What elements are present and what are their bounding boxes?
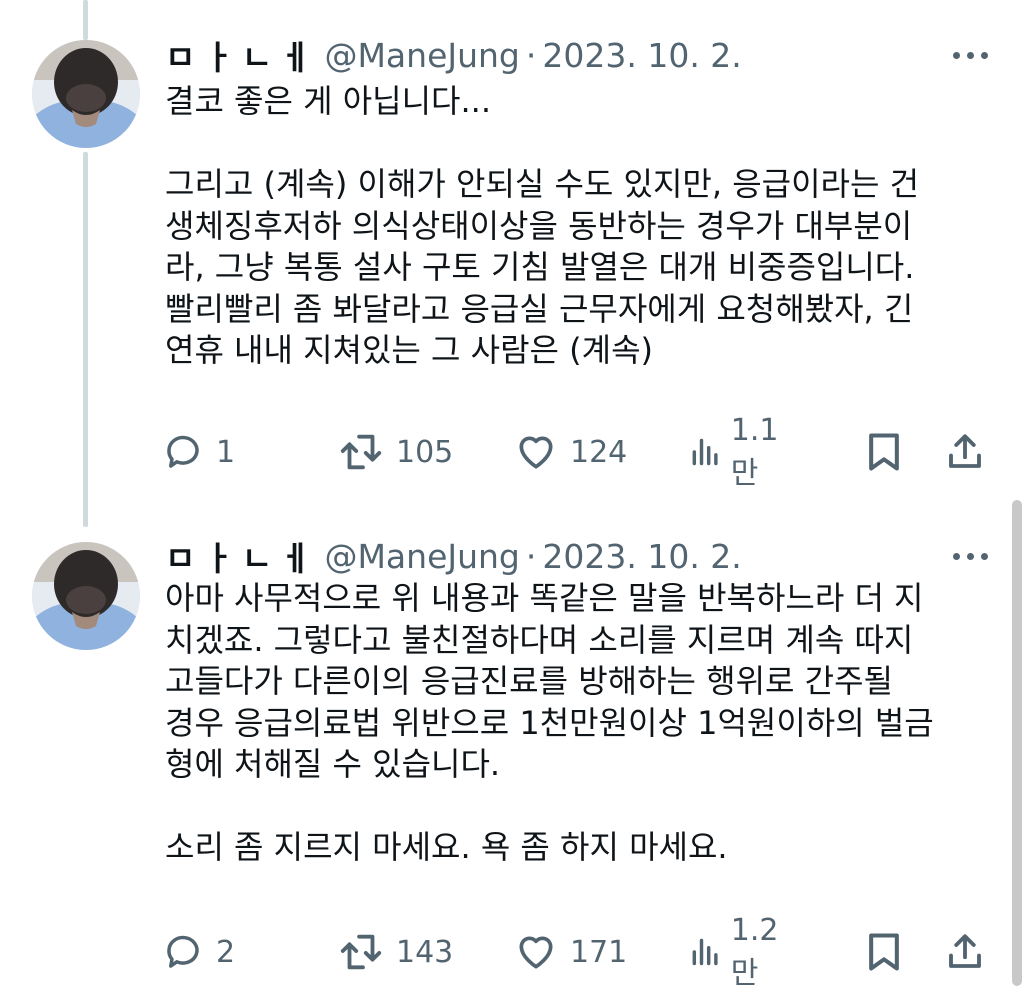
tweet-header: ㅁㅏㄴㅔ @ManeJung · 2023. 10. 2.: [165, 30, 742, 80]
more-dot-icon: [981, 51, 988, 59]
tweet-text-line: 소리 좀 지르지 마세요. 욕 좀 하지 마세요.: [165, 828, 728, 866]
like-count: 171: [570, 934, 628, 970]
retweet-count: 143: [396, 934, 454, 970]
tweet-text: 결코 좋은 게 아닙니다... 그리고 (계속) 이해가 안되실 수도 있지만,…: [165, 81, 919, 372]
tweet-text-line: 그리고 (계속) 이해가 안되실 수도 있지만, 응급이라는 건: [165, 165, 920, 203]
like-button[interactable]: 171: [514, 927, 627, 977]
tweet-text-line: 연휴 내내 지쳐있는 그 사람은 (계속): [165, 331, 653, 369]
more-dot-icon: [953, 552, 960, 560]
heart-icon: [519, 936, 553, 969]
tweet-text-line: 고들다가 다른이의 응급진료를 방해하는 행위로 간주될: [165, 662, 893, 700]
speech-bubble-icon: [167, 435, 199, 468]
more-options-button[interactable]: [953, 30, 988, 80]
avatar[interactable]: [32, 40, 140, 148]
reply-count: 1: [216, 434, 236, 470]
tweet-date[interactable]: 2023. 10. 2.: [542, 36, 741, 75]
avatar[interactable]: [32, 542, 140, 650]
retweet-arrows-icon: [340, 434, 382, 470]
bar-chart-icon: [692, 938, 718, 966]
tweet-date[interactable]: 2023. 10. 2.: [542, 537, 741, 576]
bar-chart-icon: [692, 438, 718, 466]
like-count: 124: [570, 434, 628, 470]
views-count: 1.2만: [730, 912, 779, 991]
views-count: 1.1만: [730, 412, 779, 491]
more-dot-icon: [981, 552, 988, 560]
tweet-blank-line: [165, 123, 919, 165]
author-handle[interactable]: @ManeJung: [324, 537, 519, 576]
more-dot-icon: [967, 552, 974, 560]
tweet[interactable]: ㅁㅏㄴㅔ @ManeJung · 2023. 10. 2. 결코 좋은 게 아닙…: [0, 0, 1024, 500]
more-options-button[interactable]: [953, 531, 988, 581]
reply-button[interactable]: 1: [162, 427, 235, 477]
share-upload-icon: [949, 434, 981, 468]
author-name[interactable]: ㅁㅏㄴㅔ: [165, 532, 318, 580]
tweet-text-line: 치겠죠. 그렇다고 불친절하다며 소리를 지르며 계속 따지: [165, 620, 914, 659]
retweet-count: 105: [396, 434, 454, 470]
tweet-text-line: 형에 처해질 수 있습니다.: [165, 745, 501, 783]
reply-count: 2: [216, 934, 236, 970]
tweet-text-line: 라, 그냥 복통 설사 구토 기침 발열은 대개 비중증입니다.: [165, 248, 915, 286]
heart-icon: [519, 436, 553, 469]
bookmark-icon: [869, 933, 899, 971]
tweet-text-line: 빨리빨리 좀 봐달라고 응급실 근무자에게 요청해봤자, 긴: [165, 289, 914, 328]
tweet-text-line: 경우 응급의료법 위반으로 1천만원이상 1억원이하의 벌금: [165, 703, 934, 742]
speech-bubble-icon: [167, 935, 199, 968]
author-name[interactable]: ㅁㅏㄴㅔ: [165, 31, 318, 79]
author-handle[interactable]: @ManeJung: [324, 36, 519, 75]
tweet-text-line: 아마 사무적으로 위 내용과 똑같은 말을 반복하느라 더 지: [165, 579, 924, 617]
separator-dot: ·: [525, 536, 537, 576]
share-upload-icon: [949, 934, 981, 968]
bookmark-icon: [869, 433, 899, 471]
separator-dot: ·: [525, 35, 537, 75]
share-button[interactable]: [944, 927, 986, 977]
reply-button[interactable]: 2: [162, 927, 235, 977]
tweet-blank-line: [165, 786, 934, 828]
bookmark-button[interactable]: [864, 427, 904, 477]
retweet-button[interactable]: 143: [338, 927, 453, 977]
tweet-text-line: 생체징후저하 의식상태이상을 동반하는 경우가 대부분이: [165, 206, 913, 245]
tweet[interactable]: ㅁㅏㄴㅔ @ManeJung · 2023. 10. 2. 아마 사무적으로 위…: [0, 500, 1024, 991]
more-dot-icon: [953, 51, 960, 59]
views-button[interactable]: 1.1만: [690, 413, 788, 491]
share-button[interactable]: [944, 427, 986, 477]
more-dot-icon: [967, 51, 974, 59]
retweet-button[interactable]: 105: [338, 427, 453, 477]
tweet-text: 아마 사무적으로 위 내용과 똑같은 말을 반복하느라 더 지 치겠죠. 그렇다…: [165, 578, 934, 869]
bookmark-button[interactable]: [864, 927, 904, 977]
retweet-arrows-icon: [340, 934, 382, 970]
tweet-header: ㅁㅏㄴㅔ @ManeJung · 2023. 10. 2.: [165, 531, 742, 581]
tweet-text-line: 결코 좋은 게 아닙니다...: [165, 82, 491, 120]
views-button[interactable]: 1.2만: [690, 913, 788, 991]
like-button[interactable]: 124: [514, 427, 627, 477]
